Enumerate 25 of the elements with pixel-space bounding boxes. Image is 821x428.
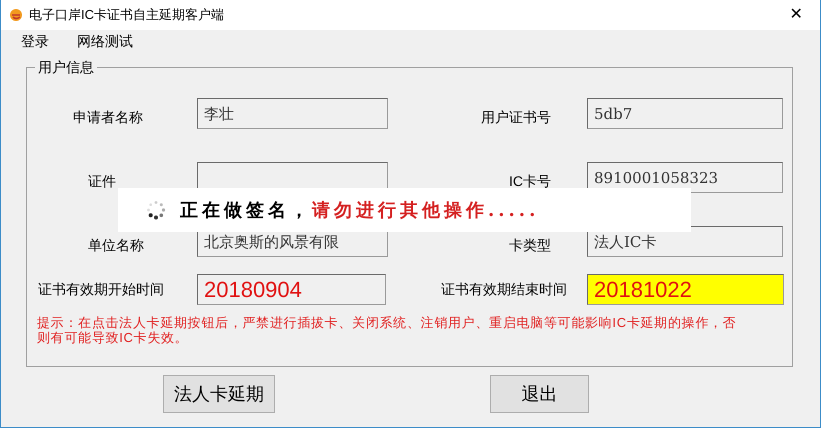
group-title: 用户信息	[35, 58, 97, 76]
menu-item[interactable]: 登录	[21, 30, 49, 52]
window-title: 电子口岸IC卡证书自主延期客户端	[29, 6, 224, 24]
field-label: 证件	[88, 172, 116, 191]
date-field[interactable]: 20181022	[587, 274, 784, 305]
action-button[interactable]: 法人卡延期	[163, 375, 275, 413]
field-label: 用户证书号	[481, 108, 551, 127]
field-label: 卡类型	[509, 236, 551, 255]
spinner-icon	[146, 200, 166, 220]
menu-item[interactable]: 网络测试	[77, 30, 133, 52]
date-field[interactable]: 20180904	[197, 274, 386, 305]
status-message: 正在做签名，请勿进行其他操作.....	[180, 198, 540, 222]
field-label: 证书有效期结束时间	[441, 280, 568, 299]
text-field[interactable]: 8910001058323	[587, 162, 783, 193]
app-logo-icon	[9, 8, 23, 22]
field-label: 申请者名称	[73, 108, 143, 127]
text-field[interactable]: 李壮	[197, 98, 388, 129]
field-label: IC卡号	[509, 172, 551, 191]
field-label: 单位名称	[88, 236, 144, 255]
warning-text: 提示：在点击法人卡延期按钮后，严禁进行插拔卡、关闭系统、注销用户、重启电脑等可能影响IC卡延期的操作，否则有可能导致IC卡失效。	[37, 315, 738, 345]
text-field[interactable]: 法人IC卡	[587, 226, 783, 257]
close-button[interactable]: ✕	[776, 0, 816, 30]
text-field[interactable]: 5db7	[587, 98, 783, 129]
action-button[interactable]: 退出	[490, 375, 589, 413]
field-label: 证书有效期开始时间	[38, 280, 165, 299]
